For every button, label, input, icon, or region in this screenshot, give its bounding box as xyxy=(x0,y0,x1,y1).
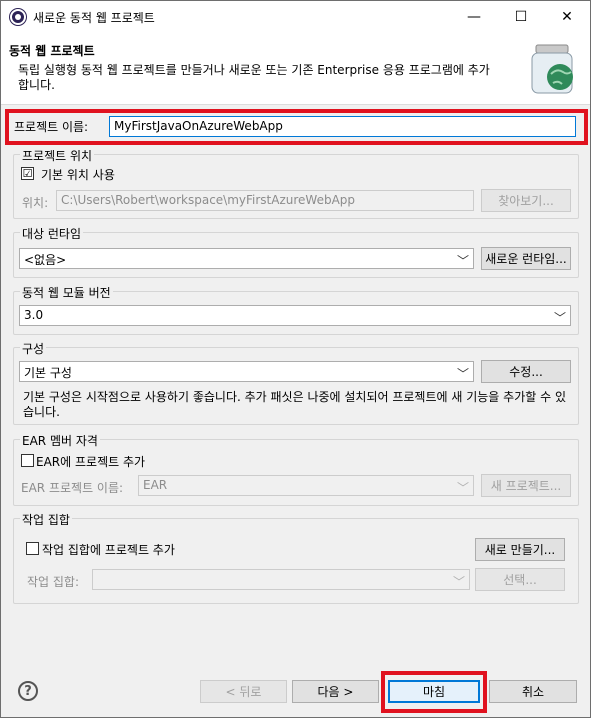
add-to-working-sets-label: 작업 집합에 프로젝트 추가 xyxy=(42,543,175,557)
working-sets-group-title: 작업 집합 xyxy=(20,511,72,528)
finish-button[interactable]: 마침 xyxy=(388,680,480,703)
add-to-working-sets-checkbox[interactable] xyxy=(26,542,39,555)
configuration-select[interactable]: 기본 구성 ﹀ xyxy=(19,361,474,382)
maximize-button[interactable]: ☐ xyxy=(498,1,544,33)
working-sets-group xyxy=(13,518,579,604)
chevron-down-icon: ﹀ xyxy=(553,311,566,325)
working-sets-select[interactable]: ﹀ xyxy=(92,569,470,590)
project-name-input[interactable]: MyFirstJavaOnAzureWebApp xyxy=(109,116,576,137)
configuration-description: 기본 구성은 시작점으로 사용하기 좋습니다. 추가 패싯은 나중에 설치되어 … xyxy=(23,390,566,419)
location-label: 위치: xyxy=(22,196,49,210)
new-dynamic-web-project-dialog: 새로운 동적 웹 프로젝트 — ☐ ✕ 동적 웹 프로젝트 독립 실행형 동적 … xyxy=(0,0,591,718)
new-working-set-button[interactable]: 새로 만들기... xyxy=(475,538,565,561)
ear-project-name-label: EAR 프로젝트 이름: xyxy=(21,481,124,495)
web-project-jar-icon xyxy=(531,44,573,94)
target-runtime-group-title: 대상 런타임 xyxy=(20,225,84,242)
close-button[interactable]: ✕ xyxy=(544,1,590,33)
modify-configuration-button[interactable]: 수정... xyxy=(481,360,571,383)
new-ear-project-button[interactable]: 새 프로젝트... xyxy=(481,474,571,497)
ear-project-name-value: EAR xyxy=(143,478,168,492)
minimize-button[interactable]: — xyxy=(451,1,497,33)
project-name-row: 프로젝트 이름: MyFirstJavaOnAzureWebApp xyxy=(5,109,588,145)
add-to-ear-label: EAR에 프로젝트 추가 xyxy=(36,455,146,469)
configuration-group-title: 구성 xyxy=(20,340,47,357)
chevron-down-icon: ﹀ xyxy=(456,254,469,268)
window-title: 새로운 동적 웹 프로젝트 xyxy=(33,11,155,25)
wizard-page-description: 독립 실행형 동적 웹 프로젝트를 만들거나 새로운 또는 기존 Enterpr… xyxy=(18,63,490,92)
help-icon[interactable]: ? xyxy=(18,681,38,701)
title-bar: 새로운 동적 웹 프로젝트 — ☐ ✕ xyxy=(1,1,590,33)
add-to-ear-checkbox[interactable] xyxy=(21,454,34,467)
module-version-value: 3.0 xyxy=(24,308,44,322)
target-runtime-select[interactable]: <없음> ﹀ xyxy=(19,248,474,269)
next-button[interactable]: 다음 > xyxy=(292,680,379,703)
new-runtime-button[interactable]: 새로운 런타임... xyxy=(481,247,571,270)
browse-button[interactable]: 찾아보기... xyxy=(481,189,571,212)
ear-membership-group-title: EAR 멤버 자격 xyxy=(20,432,100,449)
eclipse-app-icon xyxy=(10,9,26,25)
configuration-value: 기본 구성 xyxy=(24,366,72,380)
chevron-down-icon: ﹀ xyxy=(452,575,465,589)
wizard-page-title: 동적 웹 프로젝트 xyxy=(9,44,95,58)
chevron-down-icon: ﹀ xyxy=(456,481,469,495)
wizard-header: 동적 웹 프로젝트 독립 실행형 동적 웹 프로젝트를 만들거나 새로운 또는 … xyxy=(1,33,590,105)
location-input[interactable]: C:\Users\Robert\workspace\myFirstAzureWe… xyxy=(56,190,474,211)
ear-project-name-select[interactable]: EAR ﹀ xyxy=(138,475,474,496)
project-location-group-title: 프로젝트 위치 xyxy=(20,147,95,164)
use-default-location-label: 기본 위치 사용 xyxy=(41,168,115,182)
chevron-down-icon: ﹀ xyxy=(456,367,469,381)
module-version-group-title: 동적 웹 모듈 버전 xyxy=(20,284,113,301)
select-working-sets-button[interactable]: 선택... xyxy=(475,568,565,591)
project-name-label: 프로젝트 이름: xyxy=(14,120,89,134)
cancel-button[interactable]: 취소 xyxy=(489,680,577,703)
target-runtime-value: <없음> xyxy=(24,253,67,267)
module-version-select[interactable]: 3.0 ﹀ xyxy=(19,305,571,326)
back-button[interactable]: < 뒤로 xyxy=(200,680,287,703)
use-default-location-checkbox[interactable]: ☑ xyxy=(21,167,34,180)
working-sets-label: 작업 집합: xyxy=(27,575,80,589)
